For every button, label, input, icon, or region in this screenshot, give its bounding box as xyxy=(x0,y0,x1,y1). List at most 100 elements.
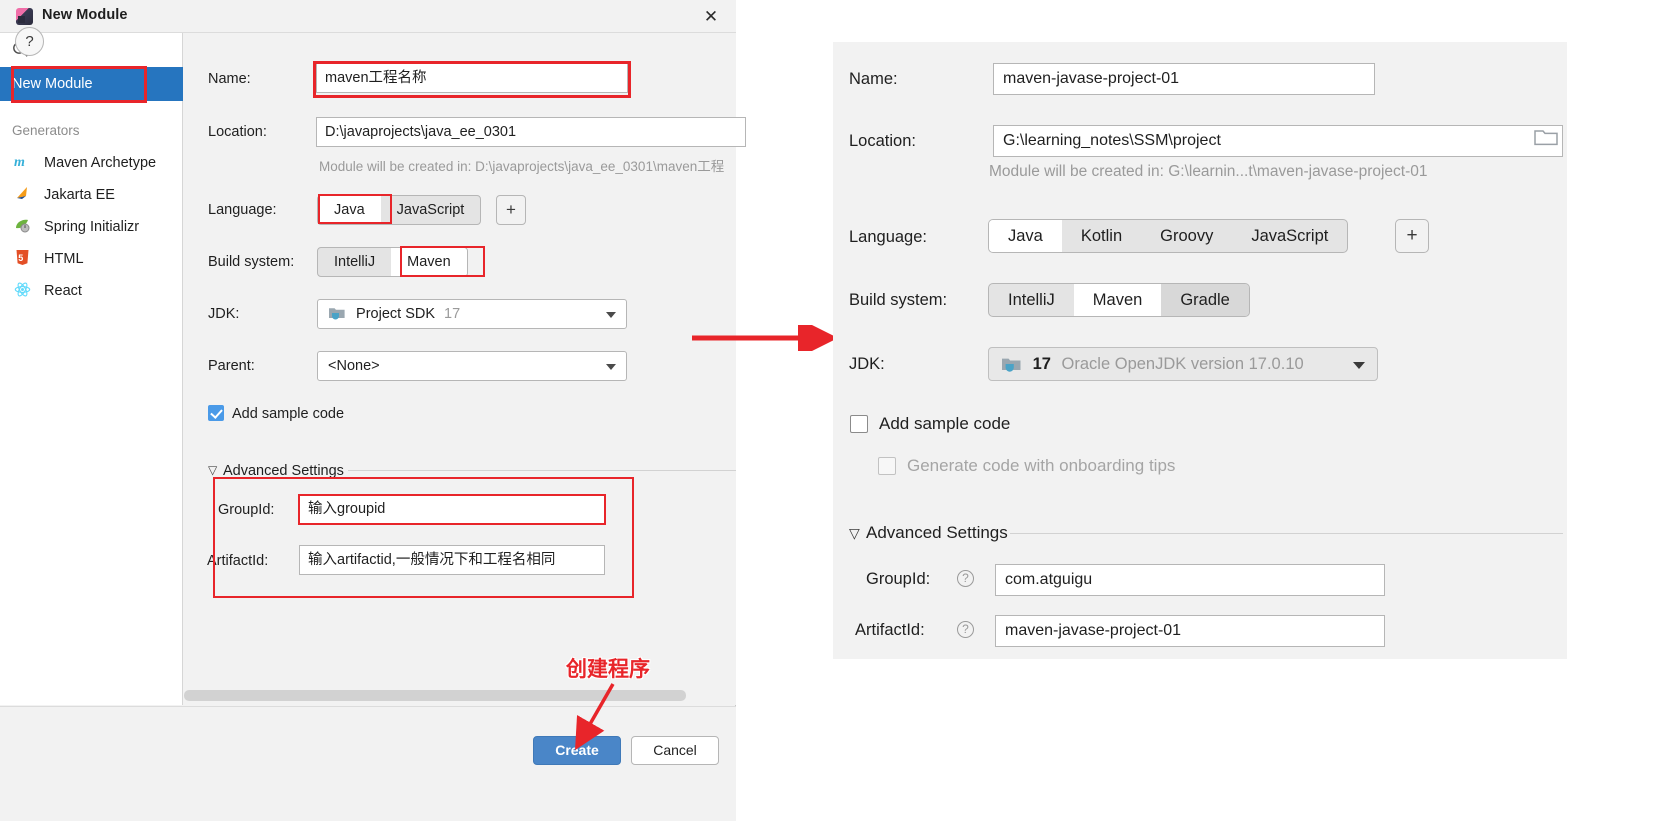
sdk-folder-icon xyxy=(1001,351,1022,372)
location-input[interactable]: D:\javaprojects\java_ee_0301 xyxy=(316,117,746,147)
groupid-input[interactable]: com.atguigu xyxy=(995,564,1385,596)
sdk-folder-icon xyxy=(328,302,346,320)
sidebar-item-spring-initializr[interactable]: Spring Initializr xyxy=(0,211,183,243)
onboarding-tips-label: Generate code with onboarding tips xyxy=(907,456,1176,475)
artifactid-label: ArtifactId: xyxy=(207,553,269,569)
chevron-down-icon[interactable] xyxy=(606,364,616,370)
jdk-value: Oracle OpenJDK version 17.0.10 xyxy=(1061,355,1304,373)
maven-icon: m xyxy=(14,150,31,170)
language-option-java[interactable]: Java xyxy=(989,220,1062,252)
svg-text:m: m xyxy=(14,155,25,170)
html5-icon: 5 xyxy=(14,246,31,265)
groupid-label: GroupId: xyxy=(866,570,931,588)
advanced-settings-divider xyxy=(348,470,736,471)
build-option-maven[interactable]: Maven xyxy=(391,248,467,276)
chevron-down-icon[interactable] xyxy=(1353,362,1365,369)
sidebar-item-jakarta-ee[interactable]: Jakarta EE xyxy=(0,179,183,211)
language-option-kotlin[interactable]: Kotlin xyxy=(1062,220,1141,252)
language-label: Language: xyxy=(208,202,277,218)
help-button[interactable]: ? xyxy=(15,27,44,56)
onboarding-tips-checkbox xyxy=(878,457,896,475)
advanced-settings-divider xyxy=(1010,533,1563,534)
sidebar-item-label: React xyxy=(44,283,82,299)
language-option-java[interactable]: Java xyxy=(318,196,381,224)
language-option-javascript[interactable]: JavaScript xyxy=(1232,220,1347,252)
build-system-label: Build system: xyxy=(208,254,295,270)
language-label: Language: xyxy=(849,228,927,246)
sidebar-group-label: Generators xyxy=(12,123,80,138)
jdk-version: 17 xyxy=(444,306,461,322)
language-option-groovy[interactable]: Groovy xyxy=(1141,220,1232,252)
advanced-settings-label[interactable]: Advanced Settings xyxy=(223,463,344,479)
sidebar-item-react[interactable]: React xyxy=(0,275,183,307)
module-form: Name: maven工程名称 Location: D:\javaproject… xyxy=(183,33,746,705)
location-hint: Module will be created in: G:\learnin...… xyxy=(989,163,1428,180)
language-segmented-control[interactable]: Java JavaScript xyxy=(317,195,482,225)
build-option-intellij[interactable]: IntelliJ xyxy=(989,284,1074,316)
artifactid-input[interactable]: 输入artifactid,一般情况下和工程名相同 xyxy=(299,545,605,575)
dialog-sidebar: New Module Generators m Maven Archetype xyxy=(0,33,183,705)
groupid-input[interactable]: 输入groupid xyxy=(299,494,605,524)
add-language-button[interactable]: + xyxy=(1395,219,1429,253)
name-input[interactable]: maven工程名称 xyxy=(316,63,628,93)
name-label: Name: xyxy=(208,71,251,87)
jdk-label: JDK: xyxy=(208,306,240,322)
annotation-arrow-to-create xyxy=(575,683,615,751)
sidebar-item-maven-archetype[interactable]: m Maven Archetype xyxy=(0,147,183,179)
dialog-titlebar: New Module ✕ xyxy=(0,0,736,33)
add-sample-code-checkbox[interactable] xyxy=(208,405,224,421)
generators-list: m Maven Archetype Jakarta EE Spring Init… xyxy=(0,147,183,307)
jdk-combobox[interactable]: 17 Oracle OpenJDK version 17.0.10 xyxy=(988,347,1378,381)
chevron-down-icon[interactable]: ▽ xyxy=(849,525,860,542)
react-icon xyxy=(14,278,31,297)
add-language-button[interactable]: + xyxy=(496,195,526,225)
chevron-down-icon[interactable]: ▽ xyxy=(208,463,217,477)
annotation-create-note: 创建程序 xyxy=(566,657,650,681)
build-system-segmented-control[interactable]: IntelliJ Maven Gradle xyxy=(988,283,1250,317)
build-system-segmented-control[interactable]: IntelliJ Maven xyxy=(317,247,468,277)
build-option-maven[interactable]: Maven xyxy=(1073,284,1162,316)
help-icon-artifactid[interactable]: ? xyxy=(957,621,974,638)
sidebar-item-label: Jakarta EE xyxy=(44,187,115,203)
intellij-idea-icon xyxy=(16,8,33,25)
new-module-dialog: New Module ✕ New Module Generators m Mav… xyxy=(0,0,746,821)
add-sample-code-checkbox[interactable] xyxy=(850,415,868,433)
location-label: Location: xyxy=(849,132,916,150)
location-label: Location: xyxy=(208,124,267,140)
transition-arrow-icon xyxy=(692,325,835,351)
jdk-label: JDK: xyxy=(849,355,885,373)
jdk-version: 17 xyxy=(1032,355,1051,373)
parent-label: Parent: xyxy=(208,358,255,374)
name-input[interactable]: maven-javase-project-01 xyxy=(993,63,1375,95)
sidebar-item-new-module[interactable]: New Module xyxy=(0,67,183,101)
name-label: Name: xyxy=(849,70,898,88)
new-module-panel-filled: Name: maven-javase-project-01 Location: … xyxy=(833,42,1567,659)
artifactid-label: ArtifactId: xyxy=(855,621,925,639)
build-option-intellij[interactable]: IntelliJ xyxy=(318,248,391,276)
svg-text:5: 5 xyxy=(18,253,23,263)
jakarta-ee-icon xyxy=(14,182,31,199)
help-icon-groupid[interactable]: ? xyxy=(957,570,974,587)
jdk-combobox[interactable]: Project SDK 17 xyxy=(317,299,627,329)
sidebar-item-label: Spring Initializr xyxy=(44,219,140,235)
build-option-gradle[interactable]: Gradle xyxy=(1161,284,1249,316)
language-segmented-control[interactable]: Java Kotlin Groovy JavaScript xyxy=(988,219,1349,253)
cancel-button[interactable]: Cancel xyxy=(631,736,719,765)
location-hint: Module will be created in: D:\javaprojec… xyxy=(319,159,725,174)
advanced-settings-label[interactable]: Advanced Settings xyxy=(866,523,1008,543)
sidebar-item-label: Maven Archetype xyxy=(44,155,157,171)
sidebar-item-html[interactable]: 5 HTML xyxy=(0,243,183,275)
close-icon[interactable]: ✕ xyxy=(698,5,724,29)
language-option-javascript[interactable]: JavaScript xyxy=(381,196,481,224)
build-system-label: Build system: xyxy=(849,291,948,309)
folder-icon[interactable] xyxy=(1533,126,1563,156)
location-input[interactable]: G:\learning_notes\SSM\project xyxy=(993,125,1563,157)
artifactid-input[interactable]: maven-javase-project-01 xyxy=(995,615,1385,647)
jdk-value: Project SDK xyxy=(356,306,436,322)
add-sample-code-label: Add sample code xyxy=(232,406,345,422)
parent-combobox[interactable]: <None> xyxy=(317,351,627,381)
spring-icon xyxy=(14,214,31,233)
dialog-title: New Module xyxy=(42,7,128,23)
add-sample-code-label: Add sample code xyxy=(879,414,1011,433)
chevron-down-icon[interactable] xyxy=(606,312,616,318)
